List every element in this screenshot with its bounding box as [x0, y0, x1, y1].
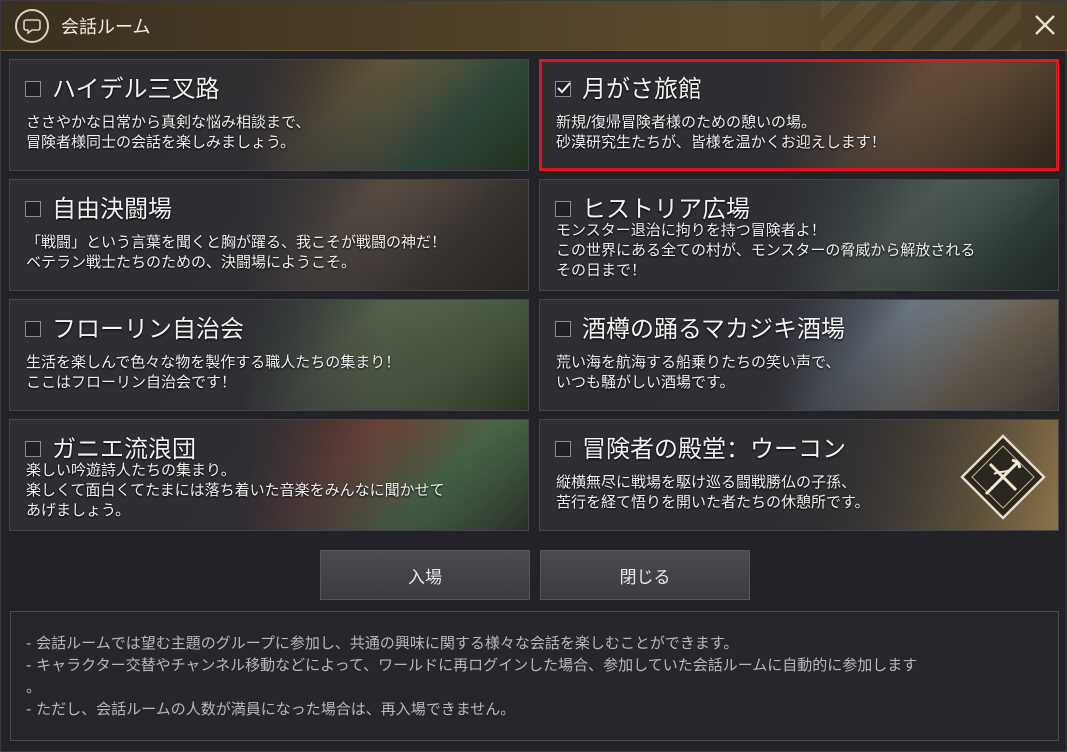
room-desc-line: いつも騒がしい酒場です。	[556, 373, 735, 391]
note-line: - キャラクター交替やチャンネル移動などによって、ワールドに再ログインした場合、…	[26, 656, 918, 674]
room-desc-line: その日まで！	[556, 261, 647, 279]
room-desc-line: ベテラン戦士たちのための、決闘場にようこそ。	[26, 253, 357, 271]
note-line: 。	[26, 678, 42, 696]
room-checkbox[interactable]	[555, 321, 571, 337]
room-desc-line: あげましょう。	[26, 501, 131, 519]
conversation-room-window: 会話ルーム ハイデル三叉路 ささやかな日常から真剣な悩み相談まで、 冒険者様同士…	[0, 0, 1067, 752]
room-desc-line: 縦横無尽に戦場を駆け巡る闘戦勝仏の子孫、	[556, 473, 857, 491]
room-name: フローリン自治会	[52, 315, 244, 343]
room-desc-line: 「戦闘」という言葉を聞くと胸が躍る、我こそが戦闘の神だ！	[26, 233, 447, 251]
room-desc-line: 生活を楽しんで色々な物を製作する職人たちの集まり！	[26, 353, 401, 371]
room-name: 月がさ旅館	[582, 75, 702, 103]
room-desc-line: 荒い海を航海する船乗りたちの笑い声で、	[556, 353, 841, 371]
enter-button[interactable]: 入場	[320, 550, 530, 600]
close-icon[interactable]	[1031, 11, 1059, 39]
room-desc-line: この世界にある全ての村が、モンスターの脅威から解放される	[556, 241, 976, 259]
crossed-weapons-emblem-icon	[960, 434, 1046, 520]
room-desc-line: モンスター退治に拘りを持つ冒険者よ！	[556, 221, 826, 239]
room-card-haidel[interactable]: ハイデル三叉路 ささやかな日常から真剣な悩み相談まで、 冒険者様同士の会話を楽し…	[9, 59, 529, 171]
room-card-historia[interactable]: ヒストリア広場 モンスター退治に拘りを持つ冒険者よ！ この世界にある全ての村が、…	[539, 179, 1059, 291]
room-card-wukong[interactable]: 冒険者の殿堂：ウーコン 縦横無尽に戦場を駆け巡る闘戦勝仏の子孫、 苦行を経て悟り…	[539, 419, 1059, 531]
checkmark-icon	[557, 82, 571, 94]
room-name: 酒樽の踊るマカジキ酒場	[582, 315, 846, 343]
room-desc-line: 楽しくて面白くてたまには落ち着いた音楽をみんなに聞かせて	[26, 481, 445, 499]
room-list: ハイデル三叉路 ささやかな日常から真剣な悩み相談まで、 冒険者様同士の会話を楽し…	[9, 59, 1061, 533]
title-bar: 会話ルーム	[1, 1, 1067, 51]
speech-bubble-icon	[15, 9, 49, 43]
room-checkbox[interactable]	[555, 441, 571, 457]
window-title: 会話ルーム	[61, 17, 151, 38]
room-desc-line: 新規/復帰冒険者様のための憩いの場。	[556, 113, 817, 131]
room-name: ガニエ流浪団	[52, 435, 196, 463]
room-checkbox[interactable]	[555, 201, 571, 217]
room-desc-line: ここはフローリン自治会です！	[26, 373, 237, 391]
room-name: ヒストリア広場	[582, 195, 750, 223]
room-card-tavern[interactable]: 酒樽の踊るマカジキ酒場 荒い海を航海する船乗りたちの笑い声で、 いつも騒がしい酒…	[539, 299, 1059, 411]
room-card-tsukigasa[interactable]: 月がさ旅館 新規/復帰冒険者様のための憩いの場。 砂漠研究生たちが、皆様を温かく…	[539, 59, 1059, 171]
room-name: 冒険者の殿堂：ウーコン	[582, 435, 846, 463]
info-notes: - 会話ルームでは望む主題のグループに参加し、共通の興味に関する様々な会話を楽し…	[10, 611, 1059, 741]
note-line: - ただし、会話ルームの人数が満員になった場合は、再入場できません。	[26, 700, 516, 718]
room-desc-line: 楽しい吟遊詩人たちの集まり。	[26, 461, 236, 479]
room-checkbox[interactable]	[25, 81, 41, 97]
room-name: 自由決闘場	[52, 195, 172, 223]
room-desc-line: ささやかな日常から真剣な悩み相談まで、	[26, 113, 311, 131]
room-card-duel[interactable]: 自由決闘場 「戦闘」という言葉を聞くと胸が躍る、我こそが戦闘の神だ！ ベテラン戦…	[9, 179, 529, 291]
room-card-ganie[interactable]: ガニエ流浪団 楽しい吟遊詩人たちの集まり。 楽しくて面白くてたまには落ち着いた音…	[9, 419, 529, 531]
room-name: ハイデル三叉路	[52, 75, 220, 103]
room-checkbox[interactable]	[25, 201, 41, 217]
room-checkbox[interactable]	[25, 441, 41, 457]
action-buttons: 入場 閉じる	[1, 550, 1067, 602]
close-button[interactable]: 閉じる	[540, 550, 750, 600]
room-checkbox[interactable]	[555, 81, 571, 97]
room-card-florin[interactable]: フローリン自治会 生活を楽しんで色々な物を製作する職人たちの集まり！ ここはフロ…	[9, 299, 529, 411]
room-desc-line: 苦行を経て悟りを開いた者たちの休憩所です。	[556, 493, 870, 511]
room-desc-line: 冒険者様同士の会話を楽しみましょう。	[26, 133, 296, 151]
room-desc-line: 砂漠研究生たちが、皆様を温かくお迎えします！	[556, 133, 886, 151]
note-line: - 会話ルームでは望む主題のグループに参加し、共通の興味に関する様々な会話を楽し…	[26, 634, 739, 652]
room-checkbox[interactable]	[25, 321, 41, 337]
